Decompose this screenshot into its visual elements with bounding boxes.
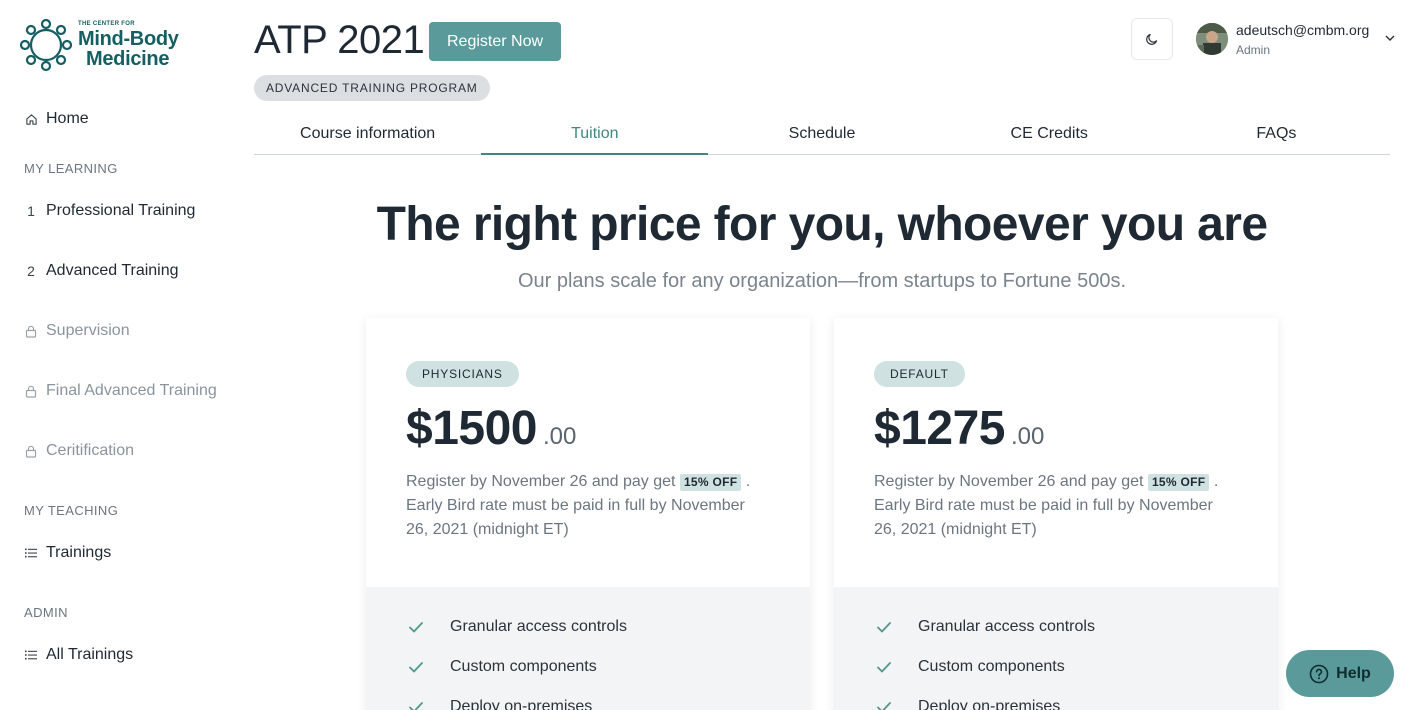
section-heading-my-teaching: MY TEACHING [24,503,119,518]
feature-list: Granular access controls Custom componen… [834,587,1278,710]
lock-icon [24,325,38,338]
feature-list: Granular access controls Custom componen… [366,587,810,710]
feature-label: Custom components [918,658,1065,675]
check-icon [409,622,423,633]
theme-toggle-button[interactable] [1131,18,1173,60]
step-number: 1 [27,203,35,219]
sidebar-item-advanced-training[interactable]: 2 Advanced Training [24,260,179,282]
user-email[interactable]: adeutsch@cmbm.org [1236,22,1369,38]
plan-description: Register by November 26 and pay get 15% … [406,470,770,542]
register-now-button[interactable]: Register Now [429,22,561,61]
lock-icon [24,445,38,458]
tab-ce-credits[interactable]: CE Credits [936,118,1163,154]
plan-badge: PHYSICIANS [406,361,519,387]
tab-tuition[interactable]: Tuition [481,118,709,155]
list-icon [24,548,38,558]
step-number: 2 [27,263,35,279]
discount-badge: 15% OFF [679,474,742,491]
feature-label: Custom components [450,658,597,675]
avatar[interactable] [1196,23,1228,55]
hero-subtitle: Our plans scale for any organization—fro… [517,270,1127,292]
logo-mark-icon [20,18,72,72]
sidebar-item-label: Home [46,110,89,127]
chevron-down-icon[interactable] [1384,32,1396,44]
feature-label: Deploy on-premises [450,698,593,710]
help-button[interactable]: Help [1286,650,1394,697]
tab-faqs[interactable]: FAQs [1163,118,1390,154]
feature-label: Deploy on-premises [918,698,1061,710]
plan-price: $1275 [874,402,1005,455]
question-icon [1309,664,1329,683]
hero-title: The right price for you, whoever you are [376,198,1268,251]
logo-line-2: Medicine [86,48,170,70]
sidebar-item-supervision[interactable]: Supervision [24,320,130,342]
list-icon [24,650,38,660]
sidebar-item-label: Trainings [46,544,112,561]
moon-icon [1146,33,1158,45]
help-label: Help [1336,664,1371,682]
sidebar: THE CENTER FOR Mind-Body Medicine Home M… [0,0,240,710]
plan-price-cents: .00 [542,423,577,450]
plan-card-physicians: PHYSICIANS $1500 .00 Register by Novembe… [366,318,810,710]
plan-price-cents: .00 [1010,423,1045,450]
list-item: Granular access controls [366,607,810,647]
check-icon [409,662,423,673]
discount-badge: 15% OFF [1147,474,1210,491]
logo[interactable]: THE CENTER FOR Mind-Body Medicine [20,18,179,72]
lock-icon [24,385,38,398]
list-item: Custom components [366,647,810,687]
check-icon [877,662,891,673]
page-title: ATP 2021 [254,18,425,62]
home-icon [24,113,38,126]
check-icon [877,622,891,633]
user-role: Admin [1236,43,1271,57]
desc-text: Register by November 26 and pay get [406,473,676,490]
list-item: Granular access controls [834,607,1278,647]
price-row: $1275 .00 [874,401,1238,456]
sidebar-item-label: Ceritification [46,442,135,459]
program-badge: ADVANCED TRAINING PROGRAM [254,75,490,101]
logo-text: THE CENTER FOR Mind-Body Medicine [78,21,179,69]
list-item: Custom components [834,647,1278,687]
sidebar-item-all-trainings[interactable]: All Trainings [24,644,133,666]
sidebar-item-professional-training[interactable]: 1 Professional Training [24,200,195,222]
logo-small-text: THE CENTER FOR [78,21,135,27]
plan-price: $1500 [406,402,537,455]
tab-bar: Course information Tuition Schedule CE C… [254,118,1390,155]
sidebar-item-label: Advanced Training [46,262,179,279]
feature-label: Granular access controls [450,618,627,635]
section-heading-admin: ADMIN [24,605,68,620]
check-icon [409,702,423,710]
sidebar-item-label: Final Advanced Training [46,382,217,399]
desc-text: Register by November 26 and pay get [874,473,1144,490]
plan-description: Register by November 26 and pay get 15% … [874,470,1238,542]
plan-card-default: DEFAULT $1275 .00 Register by November 2… [834,318,1278,710]
sidebar-item-label: All Trainings [46,646,134,663]
sidebar-item-trainings[interactable]: Trainings [24,542,111,564]
section-heading-my-learning: MY LEARNING [24,161,118,176]
list-item: Deploy on-premises [834,687,1278,710]
price-row: $1500 .00 [406,401,770,456]
check-icon [877,702,891,710]
plan-badge: DEFAULT [874,361,965,387]
sidebar-item-home[interactable]: Home [24,108,89,130]
sidebar-item-label: Supervision [46,322,130,339]
logo-line-1: Mind-Body [78,28,179,50]
feature-label: Granular access controls [918,618,1095,635]
sidebar-item-label: Professional Training [46,202,196,219]
tab-schedule[interactable]: Schedule [708,118,935,154]
sidebar-item-certification[interactable]: Ceritification [24,440,134,462]
sidebar-item-final-advanced-training[interactable]: Final Advanced Training [24,380,217,402]
list-item: Deploy on-premises [366,687,810,710]
tab-course-information[interactable]: Course information [254,118,481,154]
